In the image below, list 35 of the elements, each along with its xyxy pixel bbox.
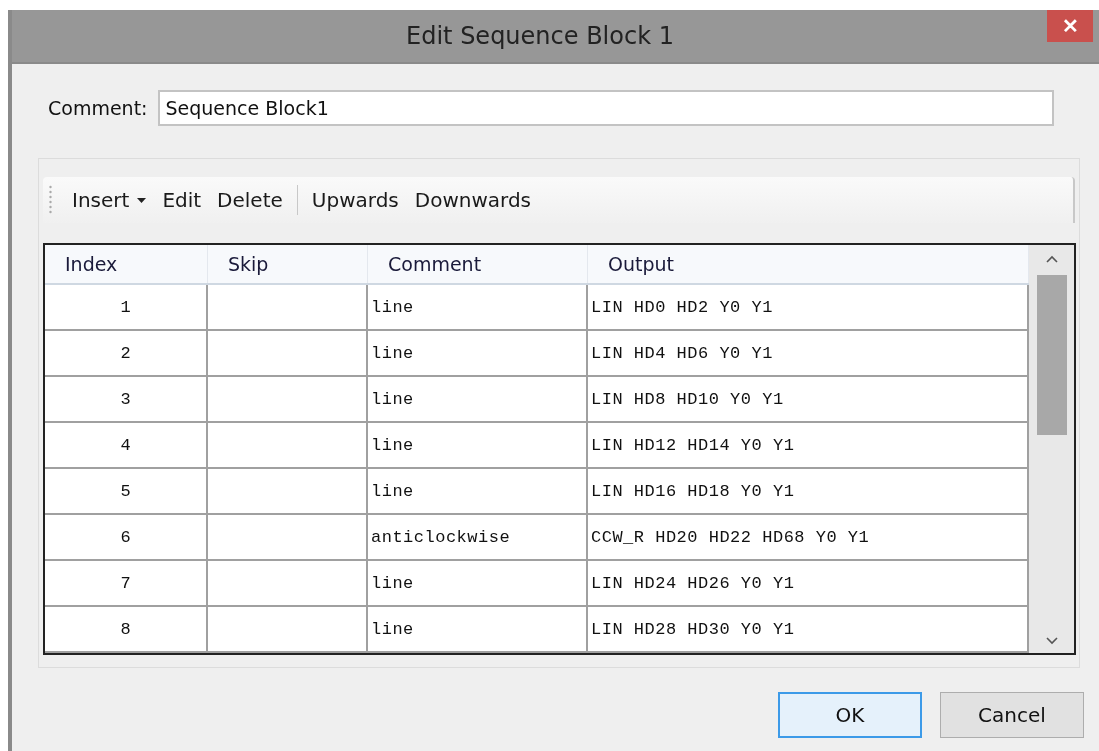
toolbar-button[interactable]: Upwards (305, 186, 405, 214)
table-cell: anticlockwise (368, 515, 588, 559)
scrollbar[interactable] (1029, 245, 1074, 653)
dialog-button[interactable]: OK (778, 692, 922, 738)
dropdown-button[interactable]: Insert (66, 186, 153, 214)
table-cell: line (368, 331, 588, 375)
table-cell: 3 (45, 377, 208, 421)
comment-input-field[interactable]: Sequence Block1 (157, 90, 1054, 126)
table-cell: line (368, 469, 588, 513)
scroll-down-icon[interactable] (1045, 637, 1058, 645)
scroll-up-icon[interactable] (1045, 255, 1058, 263)
table-cell: 7 (45, 561, 208, 605)
column-header[interactable]: Comment (368, 245, 588, 283)
table-cell: line (368, 607, 588, 651)
grip-icon (49, 185, 52, 215)
table-cell: 6 (45, 515, 208, 559)
window-title: Edit Sequence Block 1 (406, 22, 674, 50)
table-cell: 1 (45, 285, 208, 329)
table-cell: 8 (45, 607, 208, 651)
dialog-button[interactable]: Cancel (940, 692, 1084, 738)
table-cell: 4 (45, 423, 208, 467)
close-button[interactable]: ✕ (1047, 10, 1093, 42)
toolbar-button[interactable]: Edit (156, 186, 208, 214)
table-cell: 2 (45, 331, 208, 375)
caret-icon (137, 197, 147, 203)
table-cell: 5 (45, 469, 208, 513)
column-header[interactable]: Skip (208, 245, 368, 283)
table-cell: line (368, 561, 588, 605)
toolbar-button[interactable]: Downwards (408, 186, 538, 214)
table-cell: line (368, 423, 588, 467)
table-cell: line (368, 377, 588, 421)
comment-label: Comment: (48, 97, 148, 119)
column-header[interactable]: Index (45, 245, 208, 283)
table-cell: line (368, 285, 588, 329)
toolbar-button[interactable]: Delete (211, 186, 289, 214)
